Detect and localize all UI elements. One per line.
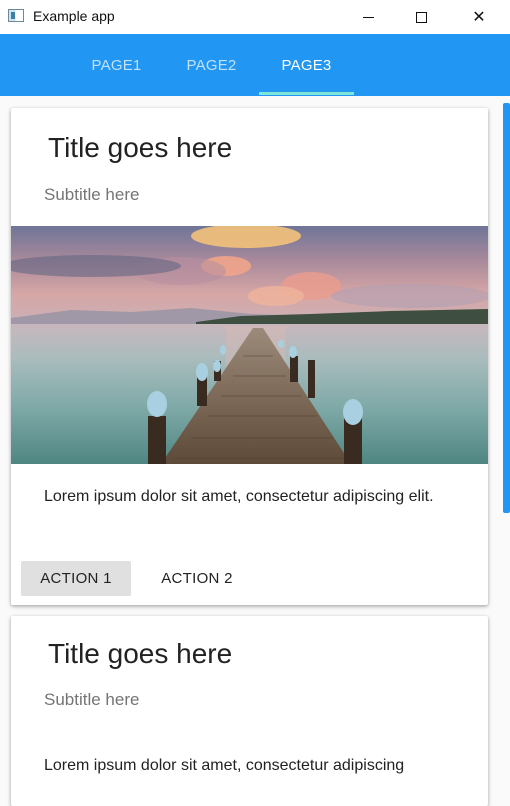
action-1-button[interactable]: ACTION 1 (21, 561, 131, 596)
active-tab-indicator (259, 92, 354, 95)
maximize-icon (415, 11, 427, 23)
action-2-button[interactable]: ACTION 2 (142, 561, 252, 596)
close-button[interactable]: ✕ (456, 0, 502, 34)
card-image-pier-sunset (11, 226, 488, 464)
tab-bar: PAGE1 PAGE2 PAGE3 (0, 34, 510, 96)
window-title: Example app (33, 8, 115, 24)
card-body-text: Lorem ipsum dolor sit amet, consectetur … (44, 488, 434, 505)
card-title: Title goes here (48, 132, 233, 163)
minimize-button[interactable] (345, 0, 391, 34)
close-icon: ✕ (472, 7, 486, 26)
app-icon (8, 9, 24, 22)
card-subtitle: Subtitle here (44, 690, 140, 709)
card-body-text: Lorem ipsum dolor sit amet, consectetur … (44, 757, 405, 774)
tab-page2[interactable]: PAGE2 (164, 34, 259, 96)
scrollbar-thumb[interactable] (503, 103, 510, 513)
card-subtitle: Subtitle here (44, 185, 140, 204)
tab-page1[interactable]: PAGE1 (69, 34, 164, 96)
maximize-button[interactable] (398, 0, 444, 34)
minimize-icon (362, 16, 374, 18)
tab-page3[interactable]: PAGE3 (259, 34, 354, 96)
card-title: Title goes here (48, 638, 233, 669)
window-titlebar: Example app ✕ (0, 0, 510, 34)
card: Title goes here Subtitle here Lorem ipsu… (11, 108, 488, 605)
card: Title goes here Subtitle here Lorem ipsu… (11, 616, 488, 806)
